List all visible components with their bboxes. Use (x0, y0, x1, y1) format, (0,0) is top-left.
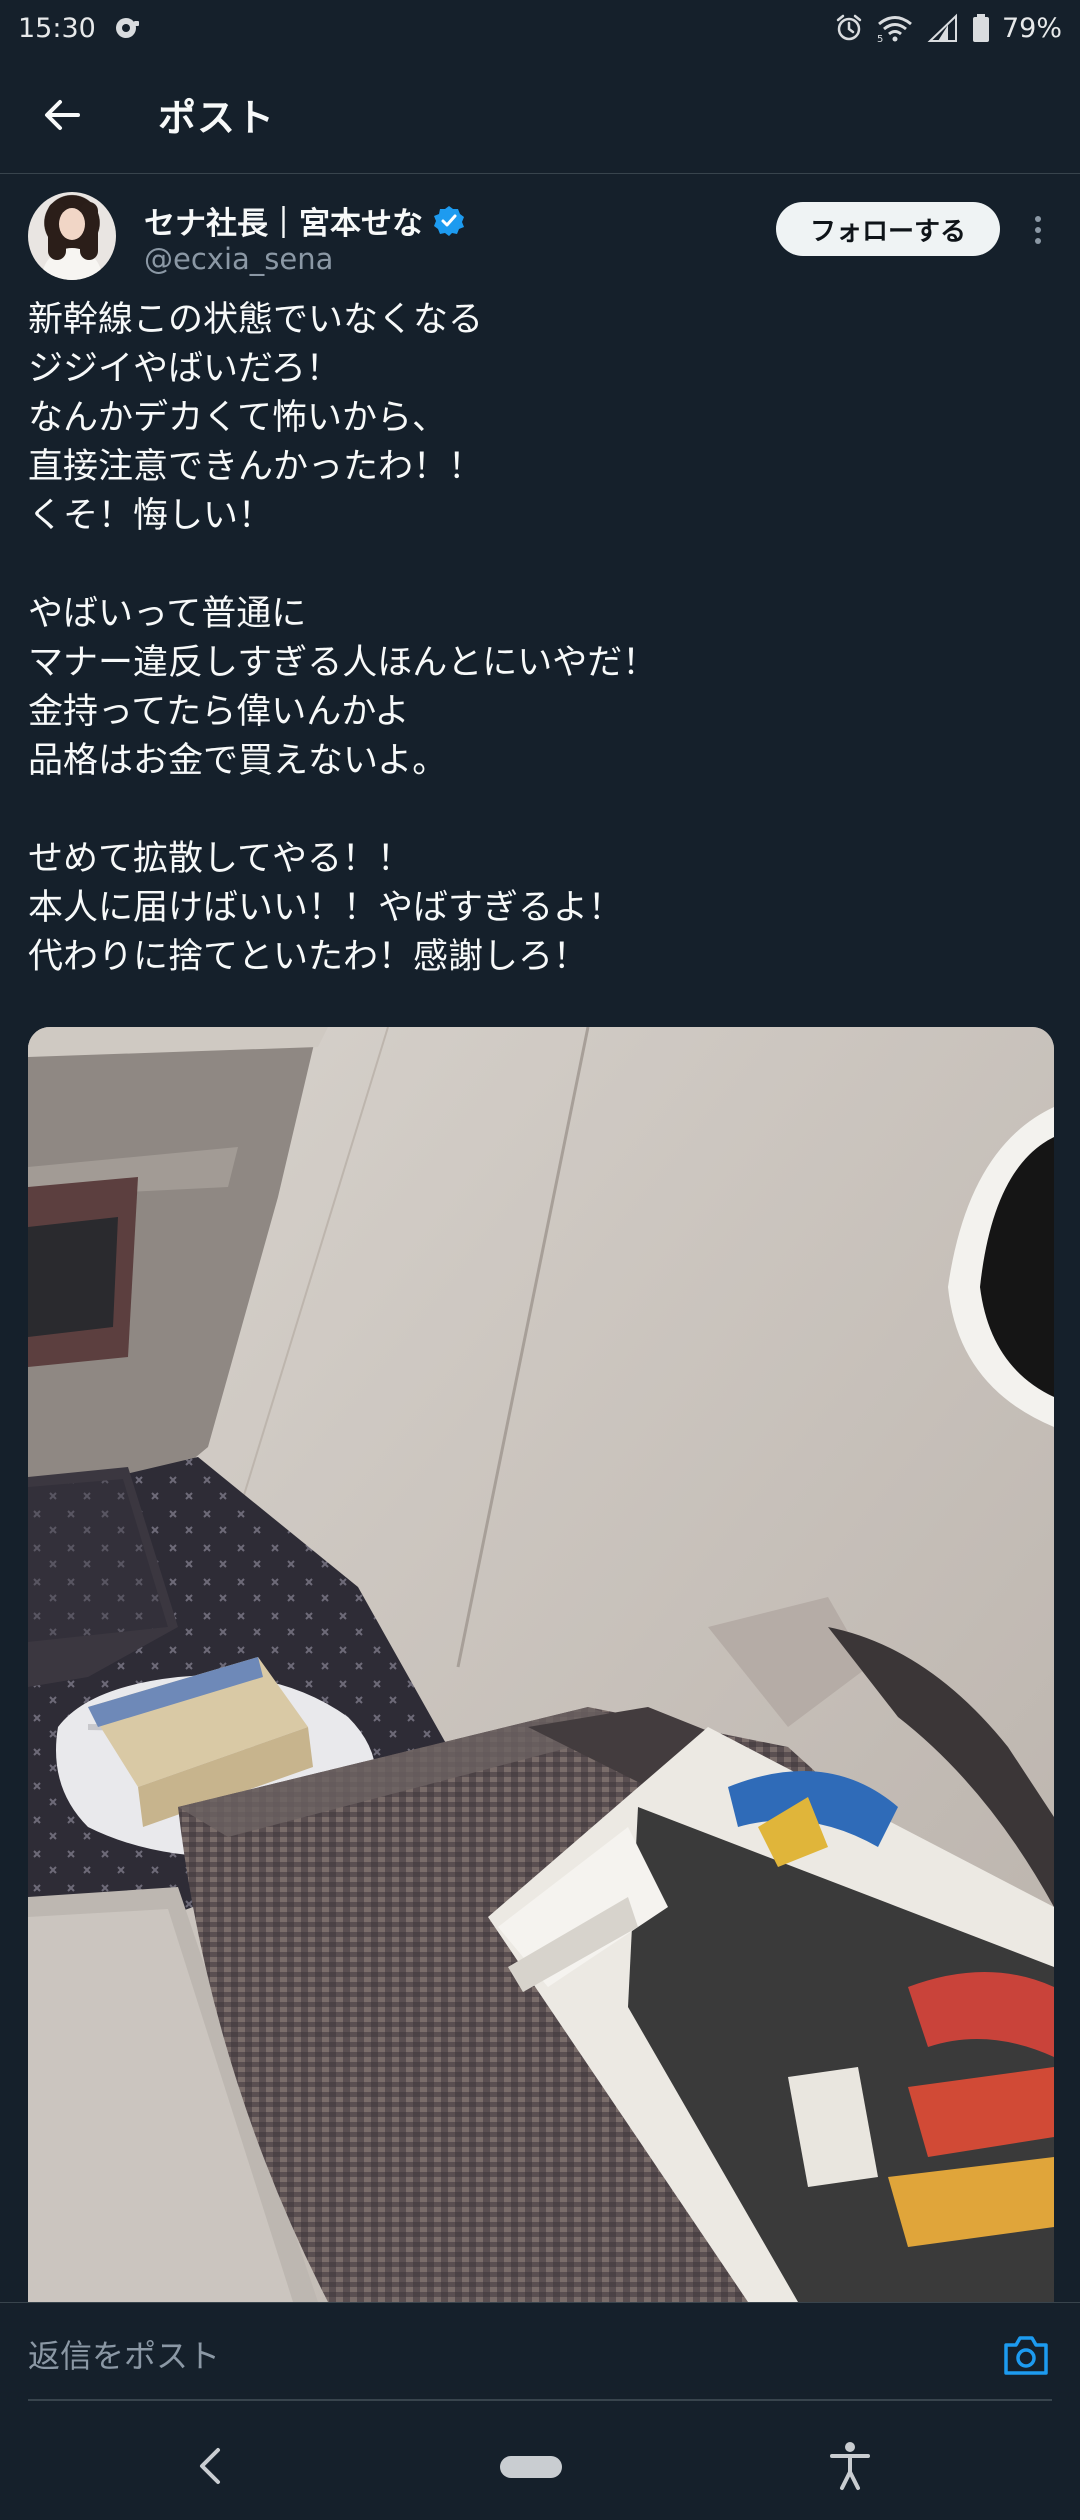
post-line: せめて拡散してやる！！ (28, 839, 412, 879)
status-time: 15:30 (18, 12, 96, 44)
post-line: ジジイやばいだろ！ (28, 349, 341, 389)
nav-back-button[interactable] (190, 2442, 230, 2490)
system-nav-bar (0, 2412, 1080, 2520)
alarm-icon (836, 14, 862, 41)
accessibility-icon (830, 2442, 870, 2490)
camera-button[interactable] (1002, 2333, 1050, 2377)
follow-button[interactable]: フォローする (776, 202, 1000, 256)
reply-underline (28, 2399, 1052, 2401)
post-line: くそ！悔しい！ (28, 496, 274, 536)
wifi-icon: 5 (877, 16, 912, 43)
battery-level: 79% (1001, 12, 1062, 44)
post-line: 新幹線この状態でいなくなる (28, 300, 484, 340)
reply-input[interactable]: 返信をポスト (28, 2331, 220, 2377)
post-line (28, 786, 1058, 835)
camera-icon (1004, 2336, 1048, 2375)
arrow-left-icon (45, 99, 80, 130)
more-vertical-icon[interactable] (1024, 210, 1052, 250)
reply-bar: 返信をポスト (0, 2302, 1080, 2412)
post-line: 品格はお金で買えないよ。 (28, 741, 448, 781)
page-title: ポスト (158, 96, 276, 140)
post-line: 代わりに捨てといたわ！感謝しろ！ (28, 937, 589, 977)
post-text: 新幹線この状態でいなくなる ジジイやばいだろ！ なんかデカくて怖いから、 直接注… (28, 296, 1058, 982)
network-type: 5 (877, 34, 883, 43)
post-line: マナー違反しすぎる人ほんとにいやだ！ (28, 643, 658, 683)
post-image[interactable] (28, 1027, 1054, 2302)
author-handle[interactable]: @ecxia_sena (144, 242, 333, 276)
top-header: ポスト (0, 56, 1080, 174)
display-name-row: セナ社長｜宮本せな (144, 198, 465, 243)
post-line: 直接注意できんかったわ！！ (28, 447, 484, 487)
status-bar: 15:30 5 79% (0, 0, 1080, 56)
display-name[interactable]: セナ社長｜宮本せな (144, 198, 423, 243)
verified-badge-icon (434, 205, 464, 236)
nav-home-button[interactable] (500, 2456, 562, 2478)
accessibility-button[interactable] (826, 2440, 874, 2492)
author-row: セナ社長｜宮本せな @ecxia_sena フォローする (0, 190, 1080, 290)
post-line (28, 541, 1058, 590)
post-line: なんかデカくて怖いから、 (28, 398, 447, 438)
post-photo (28, 1027, 1054, 2302)
post-line: 本人に届けばいい！！やばすぎるよ！ (28, 888, 624, 928)
signal-icon (927, 13, 957, 42)
screen: 15:30 5 79% ポスト セナ社長｜宮本せな @ecxia_sena フォ… (0, 0, 1080, 2520)
back-button[interactable] (30, 83, 94, 147)
chevron-left-icon (200, 2448, 220, 2484)
post-line: やばいって普通に (28, 594, 307, 634)
battery-icon (972, 14, 989, 42)
post-line: 金持ってたら偉いんかよ (28, 692, 410, 732)
avatar[interactable] (28, 192, 116, 280)
notification-icon (115, 18, 139, 38)
